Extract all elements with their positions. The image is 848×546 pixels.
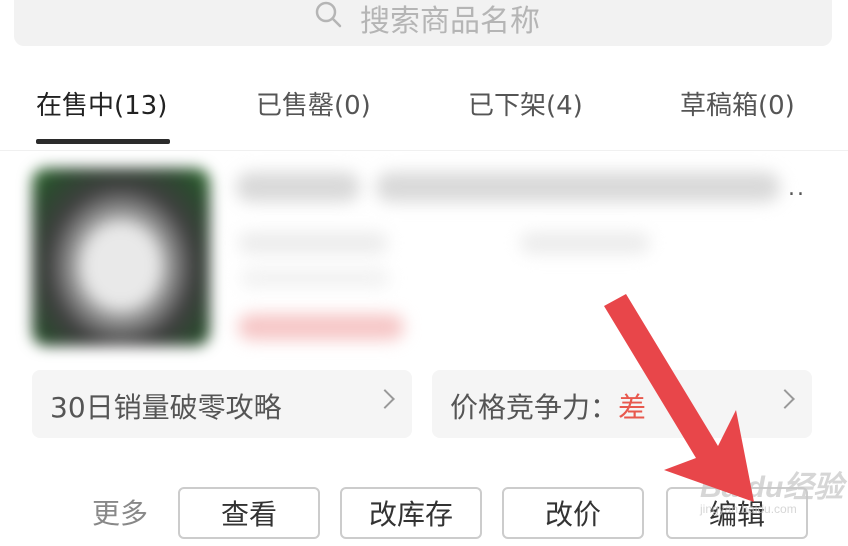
baidu-watermark: Baidu经验 jingyan.baidu.com [700, 462, 843, 516]
tab-drafts[interactable]: 草稿箱(0) [680, 84, 795, 128]
watermark-logo: Baidu经验 [700, 471, 844, 504]
more-label[interactable]: 更多 [92, 492, 148, 532]
price-competitiveness-text: 价格竞争力：差 [450, 386, 646, 426]
edit-stock-button[interactable]: 改库存 [340, 487, 482, 539]
price-competitiveness-card[interactable]: 价格竞争力：差 [432, 370, 812, 438]
edit-price-button[interactable]: 改价 [502, 487, 644, 539]
tab-sold-out[interactable]: 已售罄(0) [256, 84, 371, 128]
product-more-glyph: .. [788, 176, 806, 201]
chevron-right-icon [775, 389, 795, 409]
sales-tip-card[interactable]: 30日销量破零攻略 [32, 370, 412, 438]
product-meta-redacted [238, 232, 388, 254]
product-thumbnail[interactable] [32, 168, 210, 346]
search-icon [314, 0, 344, 34]
search-bar[interactable]: 搜索商品名称 [14, 0, 832, 46]
chevron-right-icon [375, 389, 395, 409]
divider [0, 150, 848, 151]
sales-tip-label: 30日销量破零攻略 [50, 391, 282, 424]
product-price-redacted [238, 314, 404, 340]
price-competitiveness-value: 差 [618, 391, 647, 424]
tab-delisted[interactable]: 已下架(4) [468, 84, 583, 128]
view-button[interactable]: 查看 [178, 487, 320, 539]
tab-on-sale[interactable]: 在售中(13) [36, 84, 167, 128]
price-competitiveness-label: 价格竞争力： [450, 391, 619, 424]
product-meta-redacted [240, 268, 390, 288]
product-title-redacted [376, 172, 780, 202]
search-input[interactable]: 搜索商品名称 [360, 0, 540, 40]
product-title-redacted [236, 172, 360, 202]
active-tab-indicator [36, 139, 170, 144]
product-meta-redacted [520, 232, 650, 254]
